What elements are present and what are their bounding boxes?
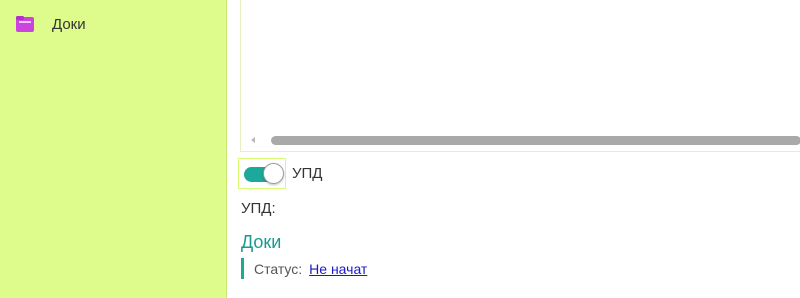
scrollbar-thumb[interactable]: [271, 136, 800, 145]
toggle-label: УПД: [292, 165, 323, 182]
folder-icon: [14, 13, 36, 35]
horizontal-scrollbar[interactable]: [241, 134, 800, 148]
status-label: Статус:: [254, 260, 303, 277]
status-row: Статус: Не начат: [241, 258, 367, 279]
upd-field-label: УПД:: [241, 200, 276, 217]
sidebar-item-label: Доки: [52, 15, 86, 33]
toggle-knob: [263, 163, 284, 184]
sidebar: Доки: [0, 0, 227, 298]
status-value-link[interactable]: Не начат: [309, 261, 367, 277]
scroll-left-icon[interactable]: [251, 137, 255, 143]
upd-toggle[interactable]: [238, 158, 286, 189]
sidebar-item-docs[interactable]: Доки: [14, 12, 86, 36]
document-title: Доки: [241, 232, 282, 252]
main-content: УПД УПД: Доки Статус: Не начат: [227, 0, 800, 298]
content-panel: [240, 0, 800, 152]
